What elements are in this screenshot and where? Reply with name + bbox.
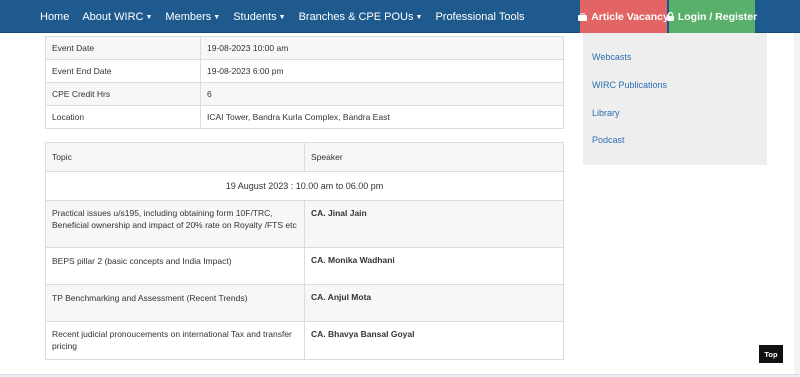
nav-item-label: Professional Tools — [435, 10, 525, 23]
date-row: 19 August 2023 : 10.00 am to 06.00 pm — [45, 171, 564, 201]
nav-item-label: About WIRC — [82, 10, 144, 23]
nav-item-label: Students — [233, 10, 277, 23]
login-register-label: Login / Register — [677, 10, 758, 23]
table-row: TP Benchmarking and Assessment (Recent T… — [45, 284, 564, 322]
nav-item-label: Home — [40, 10, 70, 23]
speaker-cell: CA. Bhavya Bansal Goyal — [304, 321, 564, 360]
table-row: Practical issues u/s195, including obtai… — [45, 200, 564, 248]
nav-item-home[interactable]: Home — [40, 11, 69, 23]
detail-key: Location — [45, 105, 201, 129]
nav-item-professional-tools[interactable]: Professional Tools — [435, 11, 524, 23]
nav-item-members[interactable]: Members ▼ — [165, 11, 220, 23]
nav-item-branches[interactable]: Branches & CPE POUs ▼ — [299, 11, 423, 23]
back-to-top-button[interactable]: Top — [759, 345, 783, 363]
table-row: BEPS pillar 2 (basic concepts and India … — [45, 247, 564, 285]
topic-cell: Recent judicial pronoucements on interna… — [45, 321, 305, 360]
speaker-cell: CA. Monika Wadhani — [304, 247, 564, 285]
speaker-cell: CA. Anjul Mota — [304, 284, 564, 322]
sidebar-link-library[interactable]: Library — [592, 108, 620, 118]
lock-icon — [666, 12, 674, 21]
top-navbar: Home About WIRC ▼ Members ▼ Students ▼ Bran… — [0, 0, 800, 33]
article-vacancy-button[interactable]: Article Vacancy — [578, 0, 669, 33]
topic-cell: BEPS pillar 2 (basic concepts and India … — [45, 247, 305, 285]
speaker-cell: CA. Jinal Jain — [304, 200, 564, 248]
briefcase-icon — [578, 12, 588, 21]
detail-key: Event Date — [45, 36, 201, 60]
sidebar-panel: Webcasts WIRC Publications Library Podca… — [583, 33, 767, 165]
speaker-column-header: Speaker — [304, 142, 564, 172]
sidebar-link-podcast[interactable]: Podcast — [592, 135, 625, 145]
nav-menu: Home About WIRC ▼ Members ▼ Students ▼ Bran… — [40, 0, 538, 33]
event-details-table: Event Date 19-08-2023 10:00 am Event End … — [45, 36, 564, 129]
detail-value: 19-08-2023 10:00 am — [200, 36, 564, 60]
table-header-row: Topic Speaker — [45, 142, 564, 172]
nav-item-students[interactable]: Students ▼ — [233, 11, 285, 23]
topic-cell: TP Benchmarking and Assessment (Recent T… — [45, 284, 305, 322]
table-row: Event Date 19-08-2023 10:00 am — [45, 36, 564, 60]
caret-down-icon: ▼ — [415, 13, 423, 21]
nav-item-about-wirc[interactable]: About WIRC ▼ — [82, 11, 152, 23]
login-register-button[interactable]: Login / Register — [666, 0, 758, 33]
sidebar-link-webcasts[interactable]: Webcasts — [592, 52, 631, 62]
topic-column-header: Topic — [45, 142, 305, 172]
caret-down-icon: ▼ — [213, 13, 221, 21]
table-row: Event End Date 19-08-2023 6:00 pm — [45, 59, 564, 83]
detail-key: Event End Date — [45, 59, 201, 83]
detail-value: 6 — [200, 82, 564, 106]
table-row: Location ICAI Tower, Bandra Kurla Complex… — [45, 105, 564, 129]
nav-item-label: Branches & CPE POUs — [298, 10, 414, 23]
caret-down-icon: ▼ — [278, 13, 286, 21]
sidebar-link-wirc-publications[interactable]: WIRC Publications — [592, 80, 667, 90]
scrollbar-track[interactable] — [794, 33, 800, 377]
detail-value: 19-08-2023 6:00 pm — [200, 59, 564, 83]
nav-item-label: Members — [165, 10, 212, 23]
session-date-line: 19 August 2023 : 10.00 am to 06.00 pm — [45, 171, 564, 201]
topic-cell: Practical issues u/s195, including obtai… — [45, 200, 305, 248]
table-row: Recent judicial pronoucements on interna… — [45, 321, 564, 360]
table-row: CPE Credit Hrs 6 — [45, 82, 564, 106]
article-vacancy-label: Article Vacancy — [591, 10, 669, 23]
program-schedule-table: Topic Speaker 19 August 2023 : 10.00 am … — [45, 142, 564, 360]
detail-key: CPE Credit Hrs — [45, 82, 201, 106]
caret-down-icon: ▼ — [145, 13, 153, 21]
detail-value: ICAI Tower, Bandra Kurla Complex, Bandra… — [200, 105, 564, 129]
